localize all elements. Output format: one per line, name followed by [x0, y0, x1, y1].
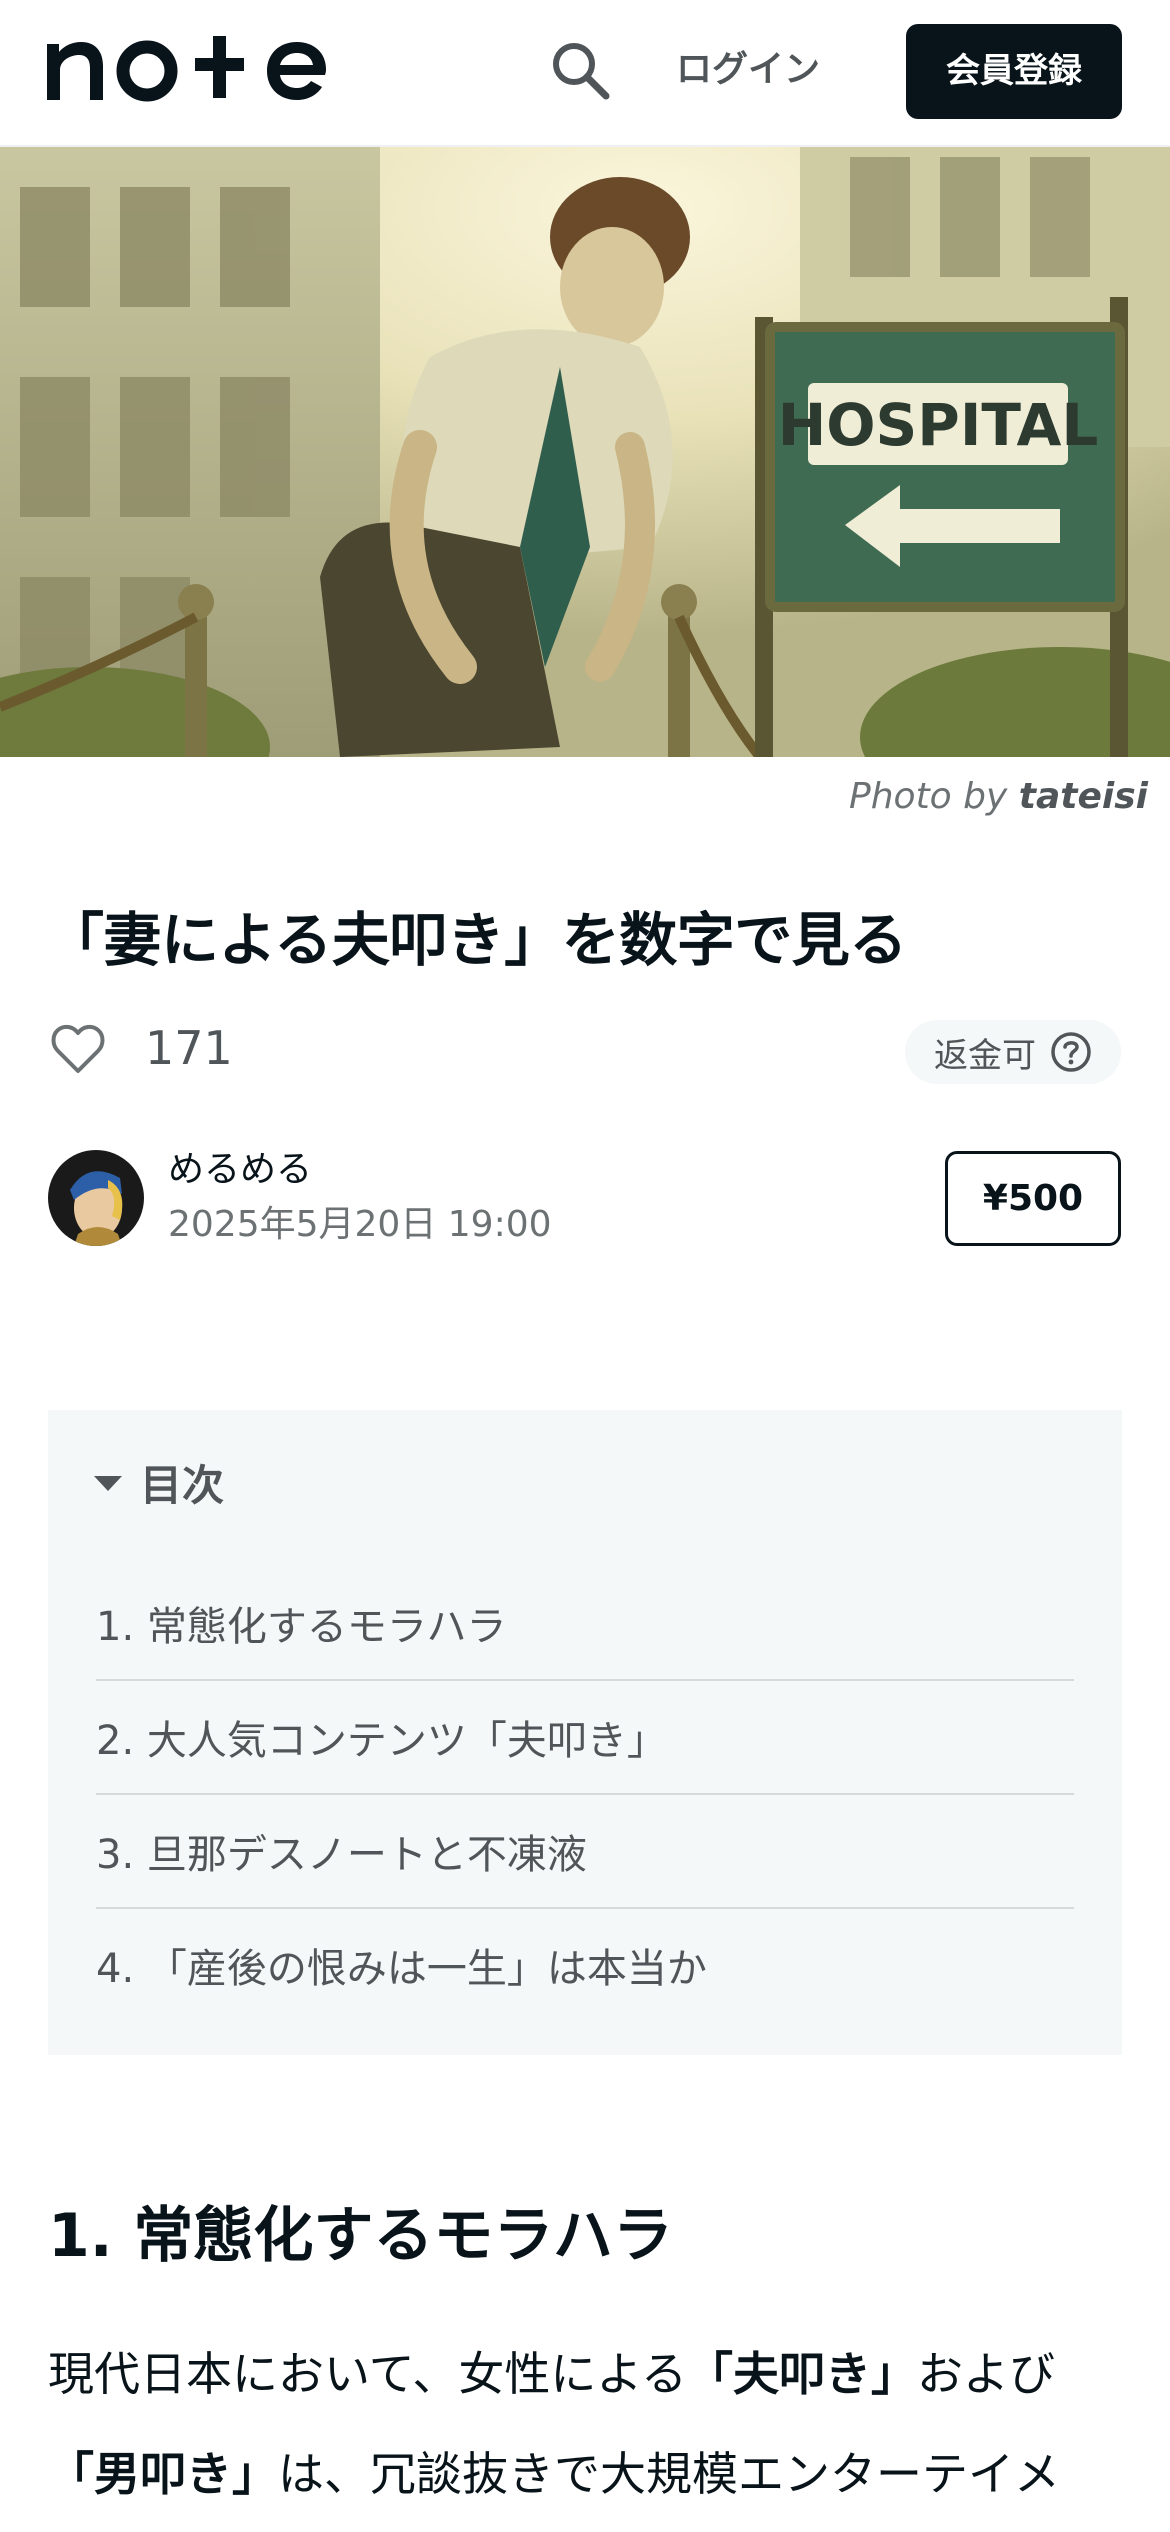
search-icon[interactable] [548, 38, 614, 104]
photo-credit-prefix: Photo by [849, 776, 1008, 817]
toc-list: 1. 常態化するモラハラ 2. 大人気コンテンツ「夫叩き」 3. 旦那デスノート… [96, 1567, 1074, 2021]
photo-credit: Photo by tateisi [849, 776, 1148, 817]
toc-item[interactable]: 2. 大人気コンテンツ「夫叩き」 [96, 1681, 1074, 1795]
refund-badge[interactable]: 返金可 [905, 1020, 1121, 1084]
publish-date: 2025年5月20日 19:00 [168, 1204, 552, 1245]
body-text-segment: および [916, 2347, 1055, 2401]
site-header: ログイン 会員登録 [0, 0, 1170, 147]
hero-image: HOSPITAL [0, 147, 1170, 757]
toc-item[interactable]: 1. 常態化するモラハラ [96, 1567, 1074, 1681]
hospital-sign-text: HOSPITAL [778, 391, 1099, 459]
help-icon[interactable] [1050, 1031, 1092, 1073]
refund-label: 返金可 [934, 1035, 1036, 1076]
price-button[interactable]: ¥500 [945, 1151, 1121, 1246]
photo-credit-author[interactable]: tateisi [1019, 776, 1148, 817]
body-text-segment: 現代日本において、女性による [48, 2347, 687, 2401]
body-bold-segment: 「夫叩き」 [686, 2347, 917, 2401]
signup-button[interactable]: 会員登録 [906, 24, 1122, 119]
body-paragraph: 現代日本において、女性による「夫叩き」および 「男叩き」は、冗談抜きで大規模エン… [48, 2324, 1128, 2524]
author-name[interactable]: めるめる [168, 1146, 312, 1194]
section-heading: 1. 常態化するモラハラ [48, 2201, 673, 2271]
toc-item[interactable]: 4. 「産後の恨みは一生」は本当か [96, 1909, 1074, 2021]
article-page: ログイン 会員登録 HOSPITAL Photo by tateisi 「妻によ… [0, 0, 1170, 2532]
toc-item[interactable]: 3. 旦那デスノートと不凍液 [96, 1795, 1074, 1909]
toc-title: 目次 [140, 1461, 225, 1510]
login-link[interactable]: ログイン [676, 44, 820, 96]
table-of-contents: 目次 1. 常態化するモラハラ 2. 大人気コンテンツ「夫叩き」 3. 旦那デス… [48, 1410, 1122, 2055]
article-title: 「妻による夫叩き」を数字で見る [46, 906, 907, 974]
author-avatar[interactable] [48, 1150, 144, 1246]
caret-down-icon [94, 1475, 122, 1491]
note-logo[interactable] [45, 30, 345, 110]
heart-icon[interactable] [50, 1022, 106, 1078]
body-text-segment: は、冗談抜きで大規模エンターテイメ [278, 2447, 1060, 2501]
body-bold-segment: 「男叩き」 [48, 2447, 278, 2501]
like-count: 171 [145, 1021, 233, 1075]
toc-toggle[interactable]: 目次 [94, 1452, 224, 1513]
